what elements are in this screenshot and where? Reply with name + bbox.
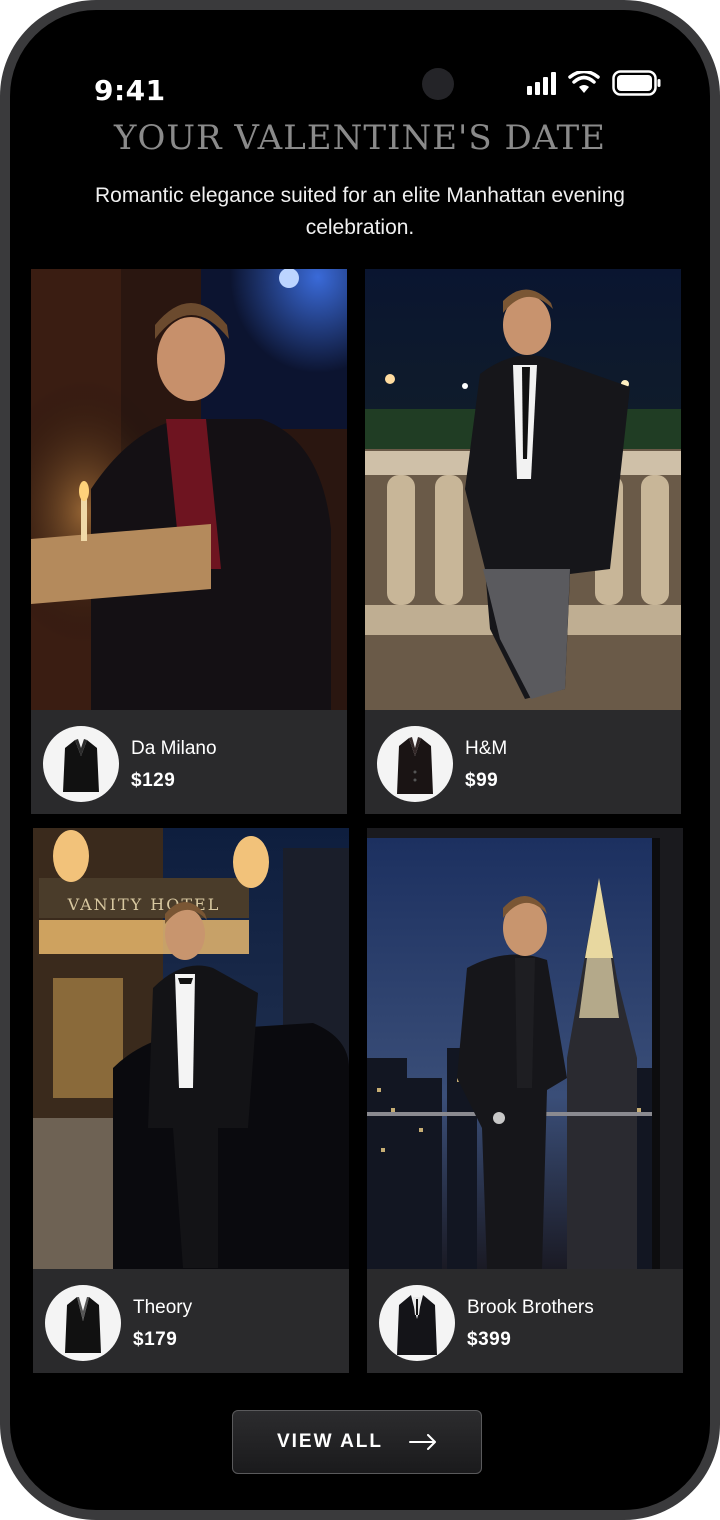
brand-name: Da Milano bbox=[131, 738, 217, 759]
outfit-card-brook-brothers[interactable]: Brook Brothers $399 bbox=[367, 828, 683, 1373]
wifi-icon bbox=[568, 71, 600, 93]
outfit-card-da-milano[interactable]: Da Milano $129 bbox=[31, 269, 347, 814]
view-all-button[interactable]: VIEW ALL bbox=[232, 1410, 482, 1474]
view-all-label: VIEW ALL bbox=[276, 1431, 384, 1452]
brand-name: Brook Brothers bbox=[467, 1297, 594, 1318]
price: $99 bbox=[465, 770, 499, 791]
price: $129 bbox=[131, 770, 176, 791]
app-screen: 9:41 YOUR VALENTINE'S DATE Romantic eleg… bbox=[10, 10, 710, 1510]
product-thumbnail[interactable] bbox=[377, 726, 453, 802]
product-thumbnail[interactable] bbox=[45, 1285, 121, 1361]
outfit-photo[interactable] bbox=[367, 828, 683, 1269]
price: $399 bbox=[467, 1329, 512, 1350]
outfit-info: Brook Brothers $399 bbox=[367, 1269, 683, 1373]
battery-icon bbox=[612, 70, 661, 96]
product-thumbnail[interactable] bbox=[43, 726, 119, 802]
brand-name: Theory bbox=[133, 1297, 193, 1318]
outfit-info: H&M $99 bbox=[365, 710, 681, 814]
price: $179 bbox=[133, 1329, 178, 1350]
outfit-info: Theory $179 bbox=[33, 1269, 349, 1373]
outfit-photo[interactable]: VANITY HOTEL bbox=[33, 828, 349, 1269]
page-title: YOUR VALENTINE'S DATE bbox=[114, 118, 606, 158]
phone-frame: 9:41 YOUR VALENTINE'S DATE Romantic eleg… bbox=[0, 0, 720, 1520]
outfit-card-theory[interactable]: VANITY HOTEL Theory $179 bbox=[33, 828, 349, 1373]
outfit-card-hm[interactable]: H&M $99 bbox=[365, 269, 681, 814]
brand-name: H&M bbox=[465, 738, 508, 759]
outfit-info: Da Milano $129 bbox=[31, 710, 347, 814]
outfit-photo[interactable] bbox=[31, 269, 347, 710]
signal-icon bbox=[527, 71, 556, 95]
arrow-right-icon bbox=[409, 1434, 437, 1450]
status-time: 9:41 bbox=[94, 74, 166, 107]
status-icons bbox=[527, 70, 662, 96]
front-camera bbox=[422, 68, 454, 100]
outfit-photo[interactable] bbox=[365, 269, 681, 715]
page-subtitle: Romantic elegance suited for an elite Ma… bbox=[94, 184, 625, 239]
product-thumbnail[interactable] bbox=[379, 1285, 455, 1361]
